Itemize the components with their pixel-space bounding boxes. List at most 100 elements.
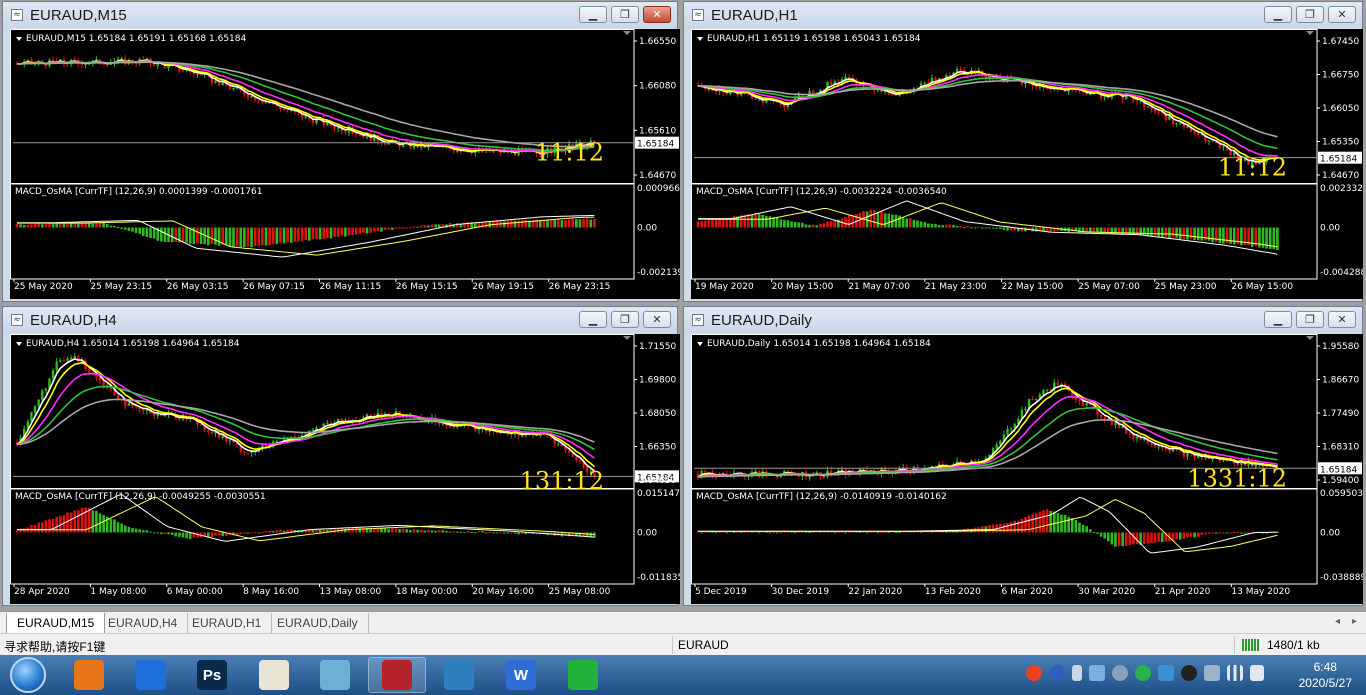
macd-bar bbox=[557, 218, 560, 228]
candle-body bbox=[33, 406, 37, 413]
macd-bar bbox=[502, 532, 506, 534]
status-traffic: 1480/1 kb bbox=[1267, 638, 1320, 652]
minimize-button[interactable]: ▁ bbox=[579, 311, 607, 328]
macd-bar bbox=[246, 532, 250, 534]
tabs-scroll-left-icon[interactable]: ◂ bbox=[1335, 616, 1340, 627]
qq-tray-icon[interactable] bbox=[1181, 665, 1197, 681]
candle-body bbox=[448, 426, 452, 428]
tabs-scroll-right-icon[interactable]: ▸ bbox=[1352, 616, 1357, 627]
macd-bar bbox=[196, 227, 199, 244]
macd-bar bbox=[567, 219, 571, 228]
macd-bar bbox=[275, 529, 279, 533]
close-button[interactable]: ✕ bbox=[1328, 311, 1356, 328]
macd-bar bbox=[963, 227, 966, 229]
tab-euraud-h4[interactable]: EURAUD,H4 bbox=[98, 613, 189, 633]
ohlc-header: EURAUD,M15 1.65184 1.65191 1.65168 1.651… bbox=[26, 34, 247, 44]
window-titlebar[interactable]: ≈ EURAUD,Daily ▁ ❐ ✕ bbox=[684, 307, 1362, 333]
wps-writer-taskbar-button[interactable]: W bbox=[492, 657, 550, 693]
wechat-tray-icon[interactable] bbox=[1135, 665, 1151, 681]
candle-body bbox=[557, 443, 560, 445]
time-axis-label: 5 Dec 2019 bbox=[695, 587, 747, 597]
taskbar-clock[interactable]: 6:48 2020/5/27 bbox=[1299, 659, 1352, 691]
macd-bar bbox=[185, 227, 188, 243]
window-titlebar[interactable]: ≈ EURAUD,M15 ▁ ❐ ✕ bbox=[3, 2, 677, 28]
tab-euraud-m15[interactable]: EURAUD,M15 bbox=[6, 613, 106, 634]
time-axis-label: 21 May 23:00 bbox=[925, 282, 987, 292]
macd-bar bbox=[257, 227, 261, 246]
network-box-icon[interactable] bbox=[1089, 665, 1105, 681]
settings-tray-icon[interactable] bbox=[1112, 665, 1128, 681]
macd-bar bbox=[1009, 522, 1013, 533]
chart-window-m15[interactable]: ≈ EURAUD,M15 ▁ ❐ ✕ 1.65184 11:12 EURAUD,M1… bbox=[2, 1, 680, 302]
ema-gray-line bbox=[17, 61, 595, 148]
window-titlebar[interactable]: ≈ EURAUD,H1 ▁ ❐ ✕ bbox=[684, 2, 1362, 28]
restore-button[interactable]: ❐ bbox=[1296, 311, 1324, 328]
price-chart-m15[interactable]: 1.65184 11:12 EURAUD,M15 1.65184 1.65191 1… bbox=[10, 29, 680, 299]
help-tray-icon[interactable] bbox=[1049, 665, 1065, 681]
chart-window-daily[interactable]: ≈ EURAUD,Daily ▁ ❐ ✕ 1.65184 1331:12 EURAU… bbox=[683, 306, 1363, 606]
foxmail-taskbar-button[interactable] bbox=[60, 657, 118, 693]
candle-countdown-timer: 1331:12 bbox=[1187, 464, 1287, 492]
macd-bar bbox=[750, 214, 754, 228]
macd-bar bbox=[1232, 531, 1236, 533]
candle-body bbox=[210, 431, 214, 434]
macd-bar bbox=[163, 227, 167, 242]
start-button[interactable] bbox=[2, 656, 54, 694]
tab-euraud-h1[interactable]: EURAUD,H1 bbox=[182, 613, 273, 633]
uk-flag-metatrader-taskbar-button[interactable] bbox=[368, 657, 426, 693]
usb-tray-icon[interactable] bbox=[1204, 665, 1220, 681]
close-button[interactable]: ✕ bbox=[643, 6, 671, 23]
macd-bar bbox=[243, 532, 246, 534]
restore-button[interactable]: ❐ bbox=[611, 311, 639, 328]
wechat-taskbar-button[interactable] bbox=[554, 657, 612, 693]
windows-taskbar: Ps W 6:48 2020/5/27 bbox=[0, 655, 1366, 695]
macd-bar bbox=[883, 531, 887, 533]
close-button[interactable]: ✕ bbox=[643, 311, 671, 328]
candle-countdown-timer: 11:12 bbox=[1218, 154, 1287, 182]
candle-body bbox=[1114, 422, 1117, 426]
paint-app-taskbar-button[interactable] bbox=[245, 657, 303, 693]
ohlc-header: EURAUD,Daily 1.65014 1.65198 1.64964 1.6… bbox=[707, 339, 931, 349]
macd-bar bbox=[30, 525, 33, 533]
macd-bar bbox=[578, 219, 582, 228]
macd-bar bbox=[844, 532, 847, 534]
macd-bar bbox=[30, 224, 33, 228]
close-button[interactable]: ✕ bbox=[1328, 6, 1356, 23]
minimize-button[interactable]: ▁ bbox=[1264, 311, 1292, 328]
macd-bar bbox=[707, 219, 711, 228]
chart-window-h4[interactable]: ≈ EURAUD,H4 ▁ ❐ ✕ 1.65184 131:12 EURAUD,H4… bbox=[2, 306, 680, 606]
price-chart-h1[interactable]: 1.65184 11:12 EURAUD,H1 1.65119 1.65198 1.… bbox=[691, 29, 1363, 299]
price-chart-h4[interactable]: 1.65184131:12EURAUD,H4 1.65014 1.65198 1… bbox=[10, 334, 680, 604]
macd-bar bbox=[178, 532, 181, 537]
notebook-app-taskbar-button[interactable] bbox=[306, 657, 364, 693]
macd-bar bbox=[1128, 532, 1132, 546]
restore-button[interactable]: ❐ bbox=[611, 6, 639, 23]
window-titlebar[interactable]: ≈ EURAUD,H4 ▁ ❐ ✕ bbox=[3, 307, 677, 333]
macd-bar bbox=[214, 532, 217, 536]
chart-window-h1[interactable]: ≈ EURAUD,H1 ▁ ❐ ✕ 1.65184 11:12 EURAUD,H1 … bbox=[683, 1, 1363, 302]
macd-bar bbox=[495, 532, 499, 534]
macd-bar bbox=[517, 532, 520, 535]
macd-bar bbox=[876, 532, 880, 534]
minimize-button[interactable]: ▁ bbox=[579, 6, 607, 23]
keyboard-tray-icon[interactable] bbox=[1072, 665, 1082, 681]
volume-icon[interactable] bbox=[1250, 665, 1264, 681]
macd-bar bbox=[1207, 532, 1211, 534]
image-viewer-icon bbox=[444, 660, 474, 690]
price-chart-daily[interactable]: 1.65184 1331:12 EURAUD,Daily 1.65014 1.651… bbox=[691, 334, 1363, 604]
candle-body bbox=[521, 435, 524, 437]
sogou-ime-icon[interactable] bbox=[1026, 665, 1042, 681]
security-shield-icon[interactable] bbox=[1158, 665, 1174, 681]
candle-body bbox=[315, 427, 318, 430]
signal-bars-icon[interactable] bbox=[1227, 665, 1243, 681]
minimize-button[interactable]: ▁ bbox=[1264, 6, 1292, 23]
candle-body bbox=[264, 102, 268, 104]
mountain-app-taskbar-button[interactable] bbox=[122, 657, 180, 693]
restore-button[interactable]: ❐ bbox=[1296, 6, 1324, 23]
macd-bar bbox=[116, 522, 120, 533]
photoshop-taskbar-button[interactable]: Ps bbox=[183, 657, 241, 693]
tab-euraud-daily[interactable]: EURAUD,Daily bbox=[267, 613, 369, 633]
macd-bar bbox=[1189, 532, 1193, 537]
image-viewer-taskbar-button[interactable] bbox=[430, 657, 488, 693]
macd-bar bbox=[966, 225, 970, 228]
